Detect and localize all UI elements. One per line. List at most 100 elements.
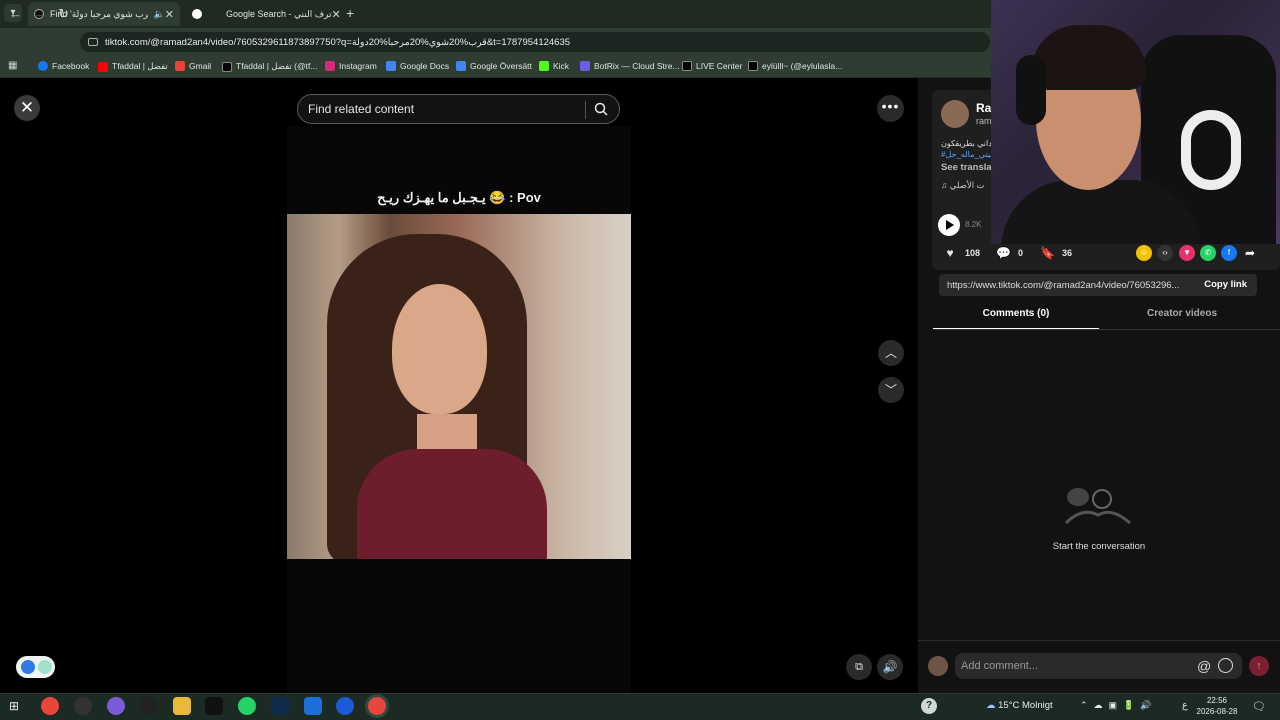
video-caption: يـجـبل ما يهـزك ريـح 😂 : Pov — [377, 190, 541, 205]
volume-icon[interactable]: 🔊 — [877, 654, 903, 680]
tab-title: Google Search - ترف النني — [226, 8, 332, 19]
share-link-field[interactable]: https://www.tiktok.com/@ramad2an4/video/… — [939, 274, 1257, 296]
apps-grid-icon[interactable]: ▦ — [8, 60, 17, 71]
reload-icon[interactable]: ↻ — [58, 6, 69, 22]
comment-count: 0 — [1018, 248, 1024, 258]
embed-icon[interactable]: ‹› — [1157, 245, 1173, 261]
bookmark-instagram[interactable]: Instagram — [325, 61, 377, 71]
tab-creator-videos[interactable]: Creator videos — [1099, 308, 1265, 330]
emoji-icon[interactable] — [1218, 658, 1233, 673]
back-icon[interactable]: ← — [9, 6, 22, 21]
post-comment-button[interactable]: ↑ — [1249, 656, 1269, 676]
save-count: 36 — [1062, 248, 1073, 258]
save-button[interactable]: 🔖 36 — [1040, 246, 1072, 260]
system-tray-icons[interactable]: ⌃☁▣🔋🔊 — [1080, 700, 1157, 711]
site-info-icon[interactable] — [88, 38, 98, 46]
new-tab-button[interactable]: + — [346, 5, 354, 21]
facebook-share-icon[interactable]: f — [1221, 245, 1237, 261]
youtube-icon — [98, 61, 108, 72]
language-indicator[interactable]: ع — [1182, 700, 1188, 711]
close-tab-icon[interactable]: ✕ — [165, 8, 174, 21]
next-video-button[interactable]: ﹀ — [878, 377, 904, 403]
chrome-active-icon[interactable] — [368, 697, 386, 715]
capcut-icon[interactable] — [205, 697, 223, 715]
picture-in-picture-icon[interactable]: ⧉ — [846, 654, 872, 680]
cloud-icon: ☁ — [986, 700, 996, 711]
music-link[interactable]: ♫ ت الأصلي — [941, 180, 984, 191]
whatsapp-taskbar-icon[interactable] — [238, 697, 256, 715]
webcam-overlay — [991, 0, 1280, 244]
close-video-button[interactable]: ✕ — [14, 95, 40, 121]
share-arrow-icon[interactable]: ➦ — [1242, 245, 1258, 261]
see-translation-link[interactable]: See transla — [941, 162, 992, 173]
bookmark-live-center[interactable]: LIVE Center — [682, 61, 742, 71]
bookmark-facebook[interactable]: Facebook — [38, 61, 89, 71]
app-g-icon[interactable] — [140, 697, 158, 715]
gmail-icon — [175, 61, 185, 71]
like-count: 108 — [965, 248, 981, 258]
like-button[interactable]: ♥ 108 — [943, 246, 980, 260]
photoshop-icon[interactable] — [271, 697, 289, 715]
send-to-friends-icon[interactable]: ▼ — [1179, 245, 1195, 261]
hashtag-link[interactable]: #ـيتي_ماله_حل — [941, 150, 993, 159]
author-name[interactable]: Ra — [976, 101, 991, 115]
floating-extension-widget[interactable] — [16, 656, 55, 678]
tabs-divider — [933, 329, 1280, 330]
play-icon[interactable] — [938, 214, 960, 236]
docs-icon — [386, 61, 396, 71]
tiktok-icon — [682, 61, 692, 71]
share-emoji-icon[interactable]: ☺ — [1136, 245, 1152, 261]
botrix-icon — [580, 61, 590, 71]
play-count: 8.2K — [965, 220, 982, 229]
mention-icon[interactable]: @ — [1197, 658, 1211, 674]
translate-icon — [456, 61, 466, 71]
taskbar-clock[interactable]: 22:56 2026-08-28 — [1195, 695, 1239, 717]
copy-link-button[interactable]: Copy link — [1204, 279, 1247, 290]
address-bar[interactable]: tiktok.com/@ramad2an4/video/760532961187… — [80, 32, 990, 52]
share-link-text: https://www.tiktok.com/@ramad2an4/video/… — [947, 279, 1180, 291]
bookmark-icon: 🔖 — [1040, 246, 1055, 260]
windows-start-icon[interactable]: ⊞ — [9, 699, 19, 713]
bookmark-tfaddal-tiktok[interactable]: Tfaddal | تفضل (@tf... — [222, 61, 317, 72]
bookmark-tfaddal[interactable]: Tfaddal | تفضل — [98, 61, 168, 72]
weather-widget[interactable]: ☁ 15°C Molnigt — [986, 700, 1053, 711]
close-tab-icon[interactable]: ✕ — [332, 8, 341, 21]
comment-input[interactable]: Add comment... @ — [955, 653, 1242, 679]
bookmark-botrix[interactable]: BotRix — Cloud Stre... — [580, 61, 680, 71]
kick-icon — [539, 61, 549, 71]
comment-bubble-icon: 💬 — [996, 246, 1011, 260]
speaker-icon[interactable]: 🔈 — [154, 9, 165, 20]
help-icon[interactable]: ? — [921, 698, 937, 714]
comment-bar-divider — [918, 640, 1280, 641]
notification-icon[interactable]: 🗨 — [1252, 700, 1266, 713]
previous-video-button[interactable]: ︿ — [878, 340, 904, 366]
empty-comments-icon — [1064, 488, 1131, 525]
tab-comments[interactable]: Comments (0) — [933, 308, 1099, 330]
obs-icon[interactable] — [74, 697, 92, 715]
tab-google-search[interactable]: Google Search - ترف النني ✕ — [186, 2, 341, 26]
search-placeholder: Find related content — [308, 102, 415, 116]
bookmark-gmail[interactable]: Gmail — [175, 61, 211, 71]
file-explorer-icon[interactable] — [173, 697, 191, 715]
video-frame[interactable] — [287, 214, 631, 559]
tab-tiktok[interactable]: Find 'قرب شوي مرحبا دولة' o 🔈 ✕ — [28, 2, 180, 26]
app-blue-icon[interactable] — [304, 697, 322, 715]
app-circle-icon[interactable] — [336, 697, 354, 715]
author-handle[interactable]: ram — [976, 116, 992, 126]
forward-icon[interactable]: → — [34, 6, 47, 21]
bookmark-eylul[interactable]: eylülll~ (@eylulasla... — [748, 61, 842, 71]
chrome-icon[interactable] — [41, 697, 59, 715]
whatsapp-icon[interactable]: ✆ — [1200, 245, 1216, 261]
comment-button[interactable]: 💬 0 — [996, 246, 1023, 260]
user-avatar — [928, 656, 948, 676]
discord-icon[interactable] — [107, 697, 125, 715]
more-options-button[interactable]: ••• — [877, 95, 904, 122]
google-icon — [192, 9, 202, 19]
author-avatar[interactable] — [941, 100, 969, 128]
bookmark-kick[interactable]: Kick — [539, 61, 569, 71]
search-icon[interactable] — [594, 102, 608, 116]
bookmark-google-docs[interactable]: Google Docs — [386, 61, 449, 71]
related-search-input[interactable]: Find related content — [297, 94, 620, 124]
tiktok-icon — [222, 61, 232, 72]
bookmark-google-translate[interactable]: Google Översätt — [456, 61, 532, 71]
